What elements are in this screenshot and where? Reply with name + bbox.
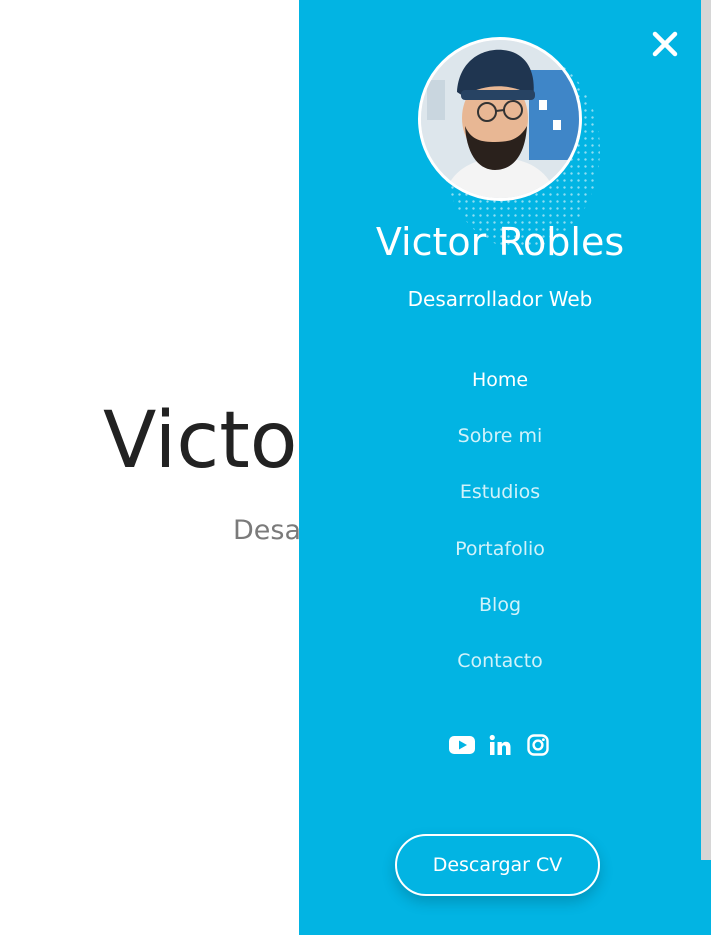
panel-edge	[701, 860, 711, 935]
nav-link-portafolio[interactable]: Portafolio	[455, 533, 545, 565]
nav-item-portafolio: Portafolio	[299, 533, 701, 589]
youtube-link[interactable]	[449, 731, 475, 759]
linkedin-link[interactable]	[487, 731, 513, 759]
social-links	[299, 731, 701, 759]
youtube-icon	[449, 736, 475, 754]
nav-link-contacto[interactable]: Contacto	[457, 645, 543, 677]
nav-link-blog[interactable]: Blog	[479, 589, 521, 621]
download-cv-button[interactable]: Descargar CV	[395, 834, 600, 896]
close-button[interactable]	[649, 28, 681, 60]
nav-item-blog: Blog	[299, 589, 701, 645]
scrollbar[interactable]	[701, 0, 711, 860]
linkedin-icon	[489, 734, 511, 755]
main-nav: Home Sobre mi Estudios Portafolio Blog C…	[299, 364, 701, 701]
profile-name: Victor Robles	[375, 220, 625, 264]
avatar	[418, 37, 582, 201]
nav-link-estudios[interactable]: Estudios	[460, 476, 540, 508]
instagram-link[interactable]	[525, 731, 551, 759]
nav-link-sobre-mi[interactable]: Sobre mi	[458, 420, 543, 452]
nav-item-contacto: Contacto	[299, 645, 701, 701]
nav-link-home[interactable]: Home	[472, 364, 528, 396]
nav-item-estudios: Estudios	[299, 476, 701, 532]
avatar-photo	[421, 40, 579, 198]
instagram-icon	[527, 734, 549, 756]
avatar-block	[418, 37, 600, 249]
page: Victor Robles Desarrollador Web	[0, 0, 711, 935]
close-icon	[652, 31, 678, 57]
profile-role: Desarrollador Web	[407, 287, 593, 311]
side-menu-panel: Victor Robles Desarrollador Web Home Sob…	[299, 0, 701, 935]
nav-item-home: Home	[299, 364, 701, 420]
nav-item-sobre-mi: Sobre mi	[299, 420, 701, 476]
